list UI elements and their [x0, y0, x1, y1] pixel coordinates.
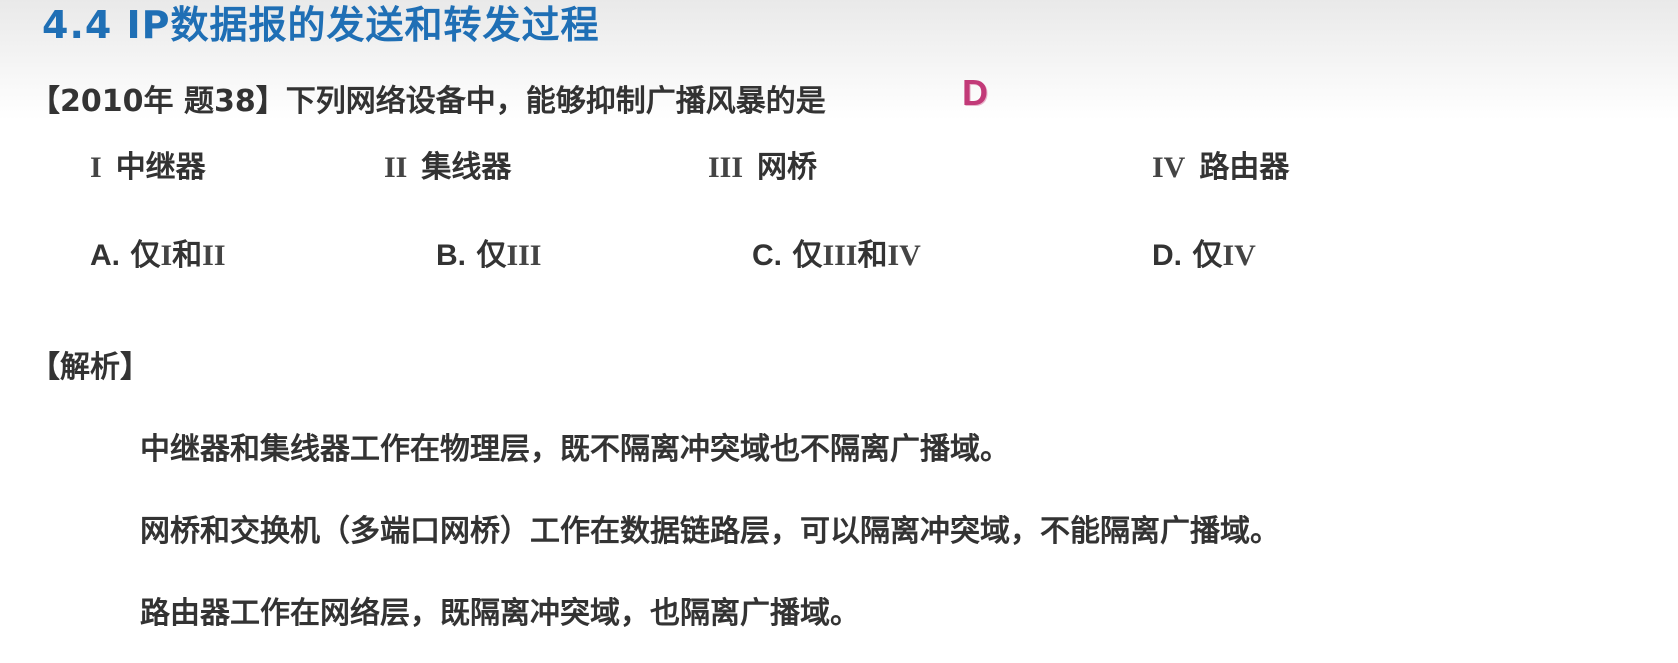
device-label-2: 集线器	[421, 150, 512, 185]
device-item-1: I 中继器	[90, 142, 206, 186]
option-b-letter: B.	[436, 239, 466, 272]
device-item-3: III 网桥	[708, 142, 817, 186]
analysis-heading: 【解析】	[30, 350, 150, 385]
answer-mark: D	[962, 72, 988, 113]
option-a: A. 仅I和II	[90, 230, 226, 274]
option-a-part-2: 和	[172, 238, 203, 273]
option-c-part-3: IV	[887, 239, 921, 272]
device-label-4: 路由器	[1199, 150, 1290, 185]
option-d-prefix: 仅	[1192, 238, 1223, 273]
option-a-part-1: I	[160, 239, 173, 272]
device-roman-3: III	[708, 151, 744, 184]
option-c-part-2: 和	[857, 238, 888, 273]
device-roman-2: II	[384, 151, 408, 184]
option-c-prefix: 仅	[792, 238, 823, 273]
analysis-line-2: 网桥和交换机（多端口网桥）工作在数据链路层，可以隔离冲突域，不能隔离广播域。	[140, 514, 1280, 549]
option-a-letter: A.	[90, 239, 120, 272]
option-c-letter: C.	[752, 239, 782, 272]
device-item-4: IV 路由器	[1152, 142, 1289, 186]
slide-title: 4.4 IP数据报的发送和转发过程	[42, 3, 600, 47]
option-b-prefix: 仅	[476, 238, 507, 273]
option-d-part-1: IV	[1222, 239, 1256, 272]
option-a-prefix: 仅	[130, 238, 161, 273]
analysis-line-3: 路由器工作在网络层，既隔离冲突域，也隔离广播域。	[140, 596, 860, 631]
option-c: C. 仅III和IV	[752, 230, 921, 274]
option-a-part-3: II	[202, 239, 226, 272]
device-roman-1: I	[90, 151, 102, 184]
device-item-2: II 集线器	[384, 142, 511, 186]
option-d-letter: D.	[1152, 239, 1182, 272]
question-text: 【2010年 题38】下列网络设备中，能够抑制广播风暴的是	[30, 84, 826, 119]
option-d: D. 仅IV	[1152, 230, 1256, 274]
analysis-line-1: 中继器和集线器工作在物理层，既不隔离冲突域也不隔离广播域。	[140, 432, 1010, 467]
option-c-part-1: III	[822, 239, 858, 272]
option-b-part-1: III	[506, 239, 542, 272]
device-roman-4: IV	[1152, 151, 1186, 184]
option-b: B. 仅III	[436, 230, 541, 274]
device-label-1: 中继器	[115, 150, 206, 185]
device-label-3: 网桥	[757, 150, 818, 185]
